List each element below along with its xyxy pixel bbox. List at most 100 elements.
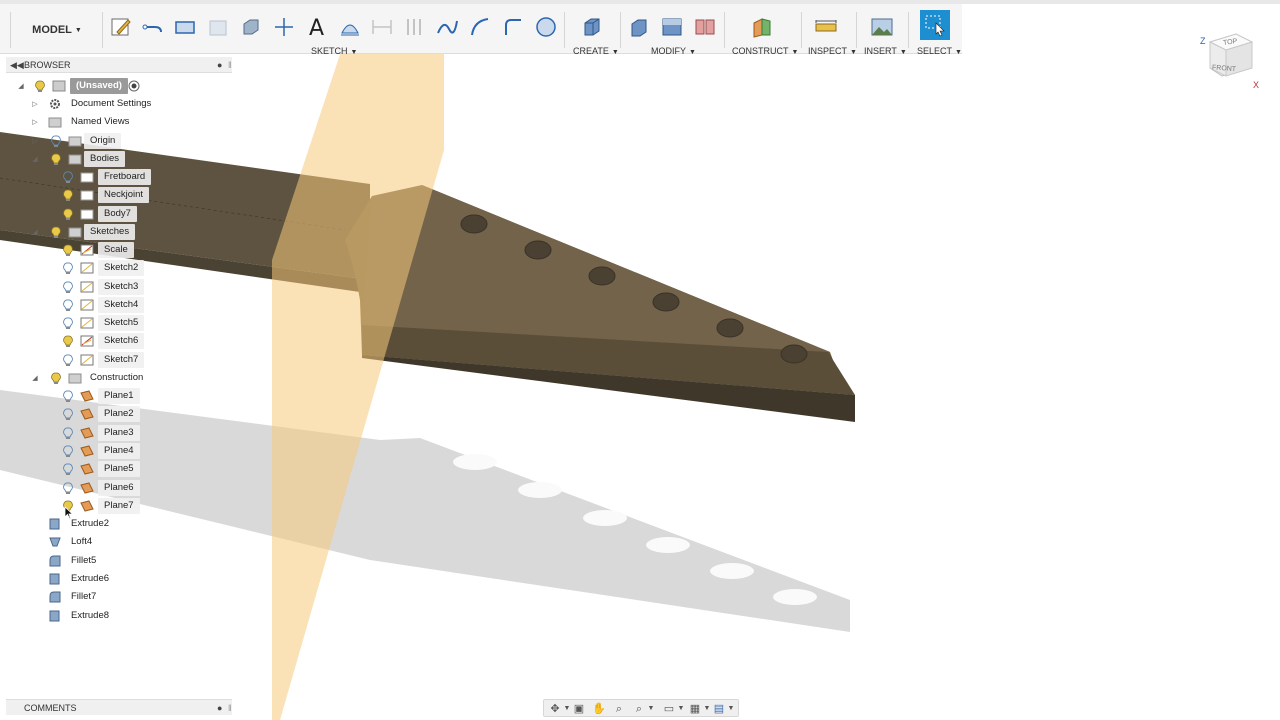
- tree-label: Fillet5: [65, 553, 103, 569]
- viewcube-z-axis: Z: [1200, 36, 1206, 46]
- create-menu-label: CREATE: [573, 46, 609, 56]
- visibility-bulb-icon[interactable]: [62, 315, 74, 331]
- comments-title: COMMENTS: [24, 703, 77, 713]
- fillet-icon[interactable]: [659, 14, 685, 40]
- tuner-hole: [652, 292, 680, 312]
- tree-label: Plane4: [98, 443, 140, 459]
- tree-label: Plane3: [98, 425, 140, 441]
- circle-icon[interactable]: [533, 14, 559, 40]
- extrude-feature-icon: [48, 610, 62, 622]
- visibility-bulb-icon[interactable]: [34, 78, 46, 94]
- select-menu[interactable]: SELECT: [917, 46, 962, 56]
- sketch-menu[interactable]: SKETCH: [311, 46, 357, 56]
- rectangle-icon[interactable]: [172, 14, 198, 40]
- visibility-bulb-icon[interactable]: [62, 242, 74, 258]
- model-viewport[interactable]: [0, 0, 1280, 720]
- inspect-menu-label: INSPECT: [808, 46, 848, 56]
- extrude-feature-icon: [48, 518, 62, 530]
- comments-panel-header[interactable]: COMMENTS ● ‖: [6, 699, 232, 715]
- tree-label: Sketches: [84, 224, 136, 240]
- pin-icon[interactable]: ●: [217, 60, 222, 70]
- extrude-feature-icon: [48, 573, 62, 585]
- pin-icon[interactable]: ●: [217, 703, 222, 713]
- split-body-icon[interactable]: [692, 14, 718, 40]
- offset-plane-icon[interactable]: [749, 14, 775, 40]
- document-icon: [52, 80, 66, 92]
- collapse-arrow-icon[interactable]: ◢: [30, 370, 40, 386]
- visibility-bulb-icon[interactable]: [62, 333, 74, 349]
- look-at-icon[interactable]: ▣: [572, 702, 586, 716]
- visibility-bulb-icon[interactable]: [50, 224, 62, 240]
- mirror-icon[interactable]: [337, 14, 363, 40]
- constraint-icon[interactable]: [401, 14, 427, 40]
- measure-icon[interactable]: [813, 14, 839, 40]
- sketch-box-icon[interactable]: [205, 14, 231, 40]
- visibility-bulb-icon[interactable]: [62, 352, 74, 368]
- visibility-bulb-icon[interactable]: [50, 370, 62, 386]
- select-tool-icon[interactable]: [920, 10, 950, 40]
- tuner-hole: [460, 214, 488, 234]
- dimension-icon[interactable]: [369, 14, 395, 40]
- visibility-bulb-icon[interactable]: [50, 151, 62, 167]
- visibility-bulb-icon[interactable]: [62, 279, 74, 295]
- plane-icon: [80, 482, 94, 494]
- expand-arrow-icon[interactable]: ▷: [30, 133, 40, 149]
- visibility-bulb-icon[interactable]: [62, 480, 74, 496]
- expand-arrow-icon[interactable]: ◢: [16, 78, 26, 94]
- insert-menu[interactable]: INSERT: [864, 46, 907, 56]
- panel-grip-icon[interactable]: ‖: [228, 703, 232, 713]
- sketch-icon: [80, 281, 94, 293]
- arc-icon[interactable]: [467, 14, 493, 40]
- spline-icon[interactable]: [434, 14, 460, 40]
- plane-icon: [80, 390, 94, 402]
- modify-menu[interactable]: MODIFY: [651, 46, 696, 56]
- workspace-switcher[interactable]: MODEL: [14, 12, 100, 48]
- create-menu[interactable]: CREATE: [573, 46, 619, 56]
- line-icon[interactable]: [140, 14, 166, 40]
- view-cube[interactable]: TOP FRONT Z X: [1200, 30, 1264, 90]
- plane-icon: [80, 445, 94, 457]
- collapse-arrow-icon[interactable]: ◢: [30, 151, 40, 167]
- visibility-bulb-icon[interactable]: [62, 425, 74, 441]
- visibility-bulb-icon[interactable]: [62, 461, 74, 477]
- visibility-bulb-icon[interactable]: [62, 169, 74, 185]
- chevron-down-icon[interactable]: ▼: [674, 702, 688, 716]
- tree-label: Document Settings: [65, 96, 158, 112]
- navigation-bar: ✥ ▼ ▣ ✋ ⌕ ⌕ ▼ ▭ ▼ ▦ ▼ ▤ ▼: [543, 699, 739, 717]
- chevron-down-icon[interactable]: ▼: [644, 702, 658, 716]
- visibility-bulb-icon[interactable]: [62, 260, 74, 276]
- pan-icon[interactable]: ✋: [592, 702, 606, 716]
- visibility-bulb-icon[interactable]: [50, 133, 62, 149]
- panel-grip-icon[interactable]: ‖: [228, 60, 232, 70]
- browser-panel-header[interactable]: ◀◀ BROWSER ● ‖: [6, 57, 232, 73]
- collapse-browser-icon[interactable]: ◀◀: [10, 60, 24, 71]
- visibility-bulb-icon[interactable]: [62, 187, 74, 203]
- extrude-sketch-icon[interactable]: [238, 14, 264, 40]
- chevron-down-icon[interactable]: ▼: [724, 702, 738, 716]
- inspect-menu[interactable]: INSPECT: [808, 46, 857, 56]
- construct-menu[interactable]: CONSTRUCT: [732, 46, 798, 56]
- zoom-icon[interactable]: ⌕: [612, 702, 626, 716]
- tree-label: Sketch7: [98, 352, 145, 368]
- activate-radio-icon[interactable]: [128, 80, 142, 92]
- extrude-icon[interactable]: [579, 14, 605, 40]
- tree-label: Sketch5: [98, 315, 145, 331]
- fillet-sketch-icon[interactable]: [500, 14, 526, 40]
- visibility-bulb-icon[interactable]: [62, 388, 74, 404]
- expand-arrow-icon[interactable]: ▷: [30, 114, 40, 130]
- viewcube-x-axis: X: [1253, 80, 1259, 90]
- visibility-bulb-icon[interactable]: [62, 206, 74, 222]
- tree-label: Extrude8: [65, 608, 116, 624]
- visibility-bulb-icon[interactable]: [62, 443, 74, 459]
- tree-root-label: (Unsaved): [70, 78, 128, 94]
- point-icon[interactable]: [271, 14, 297, 40]
- collapse-arrow-icon[interactable]: ◢: [30, 224, 40, 240]
- visibility-bulb-icon[interactable]: [62, 406, 74, 422]
- insert-image-icon[interactable]: [869, 14, 895, 40]
- text-icon[interactable]: A: [304, 14, 330, 40]
- create-sketch-icon[interactable]: [108, 14, 134, 40]
- visibility-bulb-icon[interactable]: [62, 297, 74, 313]
- press-pull-icon[interactable]: [627, 14, 653, 40]
- sketch-menu-label: SKETCH: [311, 46, 348, 56]
- expand-arrow-icon[interactable]: ▷: [30, 96, 40, 112]
